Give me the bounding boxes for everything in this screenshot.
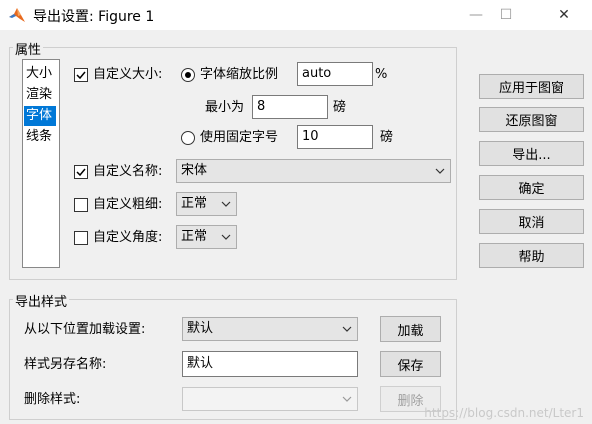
custom-name-label: 自定义名称: (93, 164, 163, 179)
cancel-button[interactable]: 取消 (479, 209, 584, 234)
chevron-down-icon (221, 201, 231, 207)
delete-style-dropdown[interactable] (182, 387, 358, 411)
help-button[interactable]: 帮助 (479, 243, 584, 268)
list-item-size[interactable]: 大小 (24, 64, 56, 84)
custom-angle-label: 自定义角度: (93, 230, 163, 245)
maximize-button[interactable]: ☐ (483, 0, 529, 30)
custom-angle-checkbox[interactable] (74, 231, 88, 245)
window-title: 导出设置: Figure 1 (33, 9, 155, 25)
close-button[interactable]: ✕ (541, 0, 587, 30)
save-style-name-input[interactable]: 默认 (182, 351, 358, 377)
font-name-dropdown[interactable]: 宋体 (176, 159, 451, 183)
font-weight-dropdown[interactable]: 正常 (176, 192, 237, 216)
list-item-font[interactable]: 字体 (24, 106, 56, 126)
custom-name-checkbox[interactable] (74, 165, 88, 179)
list-item-line[interactable]: 线条 (24, 127, 56, 147)
chevron-down-icon (435, 168, 445, 174)
load-settings-label: 从以下位置加载设置: (24, 322, 146, 337)
properties-group-label: 属性 (13, 39, 44, 58)
apply-to-figure-button[interactable]: 应用于图窗 (479, 74, 584, 99)
save-button[interactable]: 保存 (380, 351, 441, 377)
check-icon (76, 168, 86, 177)
font-weight-value: 正常 (181, 196, 208, 211)
load-style-value: 默认 (187, 321, 214, 336)
watermark-text: https://blog.csdn.net/Lter1 (424, 406, 584, 420)
property-category-list[interactable]: 大小 渲染 字体 线条 (22, 59, 60, 268)
scale-ratio-input[interactable]: auto (297, 62, 373, 86)
save-style-label: 样式另存名称: (24, 357, 107, 372)
scale-ratio-radio[interactable] (181, 68, 195, 82)
export-button[interactable]: 导出... (479, 141, 584, 166)
export-styles-group-label: 导出样式 (13, 291, 70, 310)
restore-figure-button[interactable]: 还原图窗 (479, 107, 584, 132)
load-style-dropdown[interactable]: 默认 (182, 317, 358, 341)
matlab-icon (8, 7, 26, 23)
fixed-size-label: 使用固定字号 (200, 130, 279, 145)
chevron-down-icon (342, 326, 352, 332)
list-item-render[interactable]: 渲染 (24, 85, 56, 105)
scale-ratio-label: 字体缩放比例 (200, 67, 279, 82)
chevron-down-icon (342, 396, 352, 402)
font-angle-value: 正常 (181, 229, 208, 244)
min-size-input[interactable]: 8 (252, 95, 328, 119)
chevron-down-icon (221, 234, 231, 240)
fixed-size-radio[interactable] (181, 131, 195, 145)
custom-size-checkbox[interactable] (74, 68, 88, 82)
font-name-value: 宋体 (181, 163, 208, 178)
custom-weight-label: 自定义粗细: (93, 197, 163, 212)
fixed-size-unit: 磅 (380, 130, 394, 145)
delete-style-label: 删除样式: (24, 392, 81, 407)
min-size-label: 最小为 (205, 100, 245, 115)
custom-size-label: 自定义大小: (93, 67, 163, 82)
check-icon (76, 71, 86, 80)
percent-unit: % (375, 67, 388, 82)
load-button[interactable]: 加载 (380, 316, 441, 342)
title-bar: 导出设置: Figure 1 — ☐ ✕ (0, 0, 592, 30)
font-angle-dropdown[interactable]: 正常 (176, 225, 237, 249)
custom-weight-checkbox[interactable] (74, 198, 88, 212)
ok-button[interactable]: 确定 (479, 175, 584, 200)
fixed-size-input[interactable]: 10 (297, 125, 373, 149)
min-size-unit: 磅 (333, 100, 347, 115)
